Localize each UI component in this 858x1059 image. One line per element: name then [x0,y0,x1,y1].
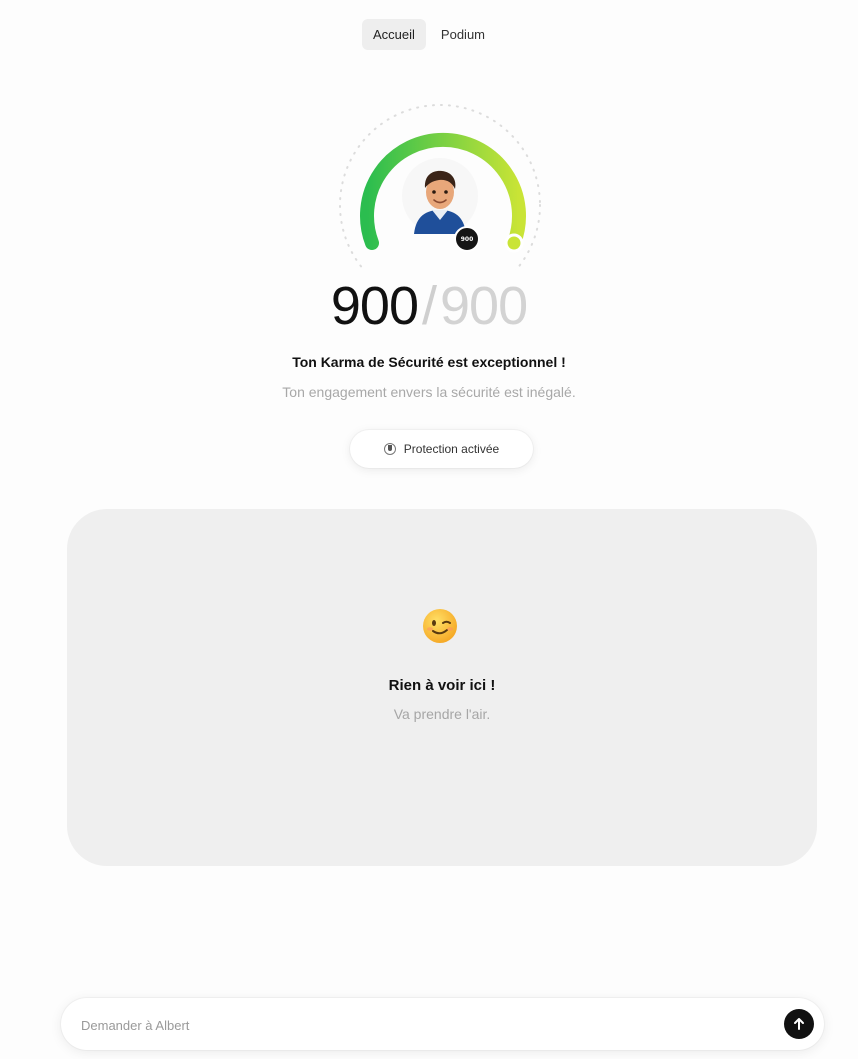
karma-gauge: 900 [330,100,550,270]
protection-status-pill[interactable]: Protection activée [350,430,533,468]
score-max: 900 [440,276,528,336]
score-separator: / [421,276,437,336]
winking-face-icon [423,609,457,643]
ask-bar [61,998,824,1052]
protection-status-label: Protection activée [403,442,500,456]
empty-state-title: Rien à voir ici ! [388,677,496,694]
top-nav: Accueil Podium [0,19,858,50]
send-button[interactable] [784,1009,814,1039]
gauge-knob [504,233,524,253]
karma-subline: Ton engagement envers la sécurité est in… [282,384,576,400]
empty-state-card: Rien à voir ici ! Va prendre l'air. [67,509,817,866]
tab-accueil[interactable]: Accueil [362,19,426,50]
score-value: 900 [330,276,419,336]
karma-score: 900/900 [0,275,858,337]
shield-check-icon [383,443,396,455]
ask-input[interactable] [79,998,763,1052]
arrow-up-icon [794,1018,804,1030]
karma-headline: Ton Karma de Sécurité est exceptionnel ! [292,354,566,370]
tab-podium[interactable]: Podium [430,19,496,50]
empty-state-subtitle: Va prendre l'air. [393,706,491,722]
user-avatar [402,158,478,234]
avatar-badge: 900 [454,226,480,252]
